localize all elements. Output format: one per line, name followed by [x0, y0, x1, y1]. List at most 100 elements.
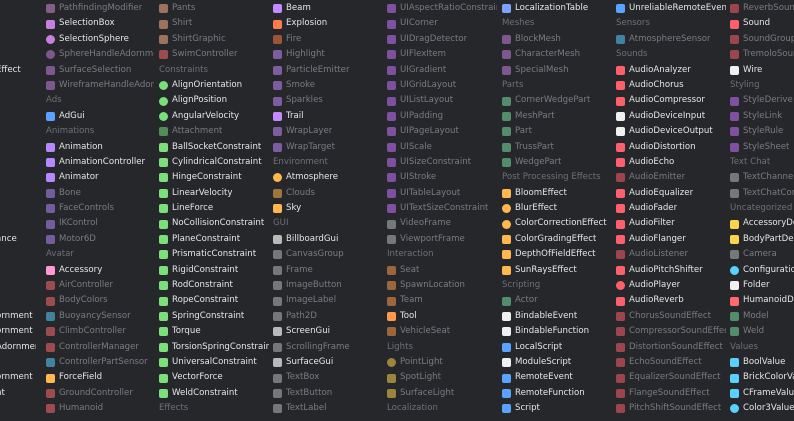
object-item[interactable]: EqualizerSoundEffect: [616, 370, 726, 385]
object-item[interactable]: Highlight: [273, 47, 383, 62]
object-item[interactable]: Team: [387, 293, 497, 308]
object-item[interactable]: AudioListener: [616, 247, 726, 262]
object-item[interactable]: SurfaceSelection: [46, 63, 154, 78]
object-item[interactable]: SpotLight: [387, 370, 497, 385]
object-item[interactable]: LineForce: [159, 201, 269, 216]
object-item[interactable]: AudioEmitter: [616, 170, 726, 185]
object-item[interactable]: Frame: [273, 263, 383, 278]
object-item[interactable]: AirController: [46, 278, 154, 293]
object-item[interactable]: ClimbController: [46, 324, 154, 339]
object-item[interactable]: WrapLayer: [273, 124, 383, 139]
object-item[interactable]: [0, 170, 36, 185]
object-item[interactable]: BloomEffect: [502, 186, 612, 201]
object-item[interactable]: FaceControls: [46, 201, 154, 216]
object-item[interactable]: AudioPitchShifter: [616, 263, 726, 278]
object-item[interactable]: AudioEqualizer: [616, 186, 726, 201]
object-item[interactable]: [0, 293, 36, 308]
object-item[interactable]: UIStroke: [387, 170, 497, 185]
object-item[interactable]: PlaneConstraint: [159, 232, 269, 247]
object-item[interactable]: [0, 16, 36, 31]
object-item[interactable]: TextChannel: [730, 170, 794, 185]
object-item[interactable]: FlangeSoundEffect: [616, 386, 726, 401]
object-item[interactable]: BlockMesh: [502, 32, 612, 47]
object-item[interactable]: Animation: [46, 140, 154, 155]
object-item[interactable]: BindableFunction: [502, 324, 612, 339]
object-item[interactable]: EchoSoundEffect: [616, 355, 726, 370]
object-item[interactable]: Trail: [273, 109, 383, 124]
object-item[interactable]: ScrollingFrame: [273, 340, 383, 355]
object-item[interactable]: ViewportFrame: [387, 232, 497, 247]
object-item[interactable]: SurfaceGui: [273, 355, 383, 370]
object-item[interactable]: PrismaticConstraint: [159, 247, 269, 262]
object-item[interactable]: [0, 78, 36, 93]
object-item[interactable]: SpringConstraint: [159, 309, 269, 324]
object-item[interactable]: Adornment: [0, 340, 36, 355]
object-item[interactable]: [0, 140, 36, 155]
object-item[interactable]: BodyPartDescription: [730, 232, 794, 247]
object-item[interactable]: ance: [0, 232, 36, 247]
object-item[interactable]: ChorusSoundEffect: [616, 309, 726, 324]
object-item[interactable]: Atmosphere: [273, 170, 383, 185]
object-item[interactable]: Tool: [387, 309, 497, 324]
object-item[interactable]: ShirtGraphic: [159, 32, 269, 47]
object-item[interactable]: Actor: [502, 293, 612, 308]
object-item[interactable]: GroundController: [46, 386, 154, 401]
object-item[interactable]: [0, 109, 36, 124]
object-item[interactable]: ornment: [0, 324, 36, 339]
object-item[interactable]: WedgePart: [502, 155, 612, 170]
object-item[interactable]: AudioFader: [616, 201, 726, 216]
object-item[interactable]: Shirt: [159, 16, 269, 31]
object-item[interactable]: SpecialMesh: [502, 63, 612, 78]
object-item[interactable]: TextBox: [273, 370, 383, 385]
object-item[interactable]: UniversalConstraint: [159, 355, 269, 370]
object-item[interactable]: StyleSheet: [730, 140, 794, 155]
object-item[interactable]: [0, 32, 36, 47]
object-item[interactable]: AudioFilter: [616, 216, 726, 231]
object-item[interactable]: BlurEffect: [502, 201, 612, 216]
object-item[interactable]: [0, 155, 36, 170]
object-item[interactable]: UITableLayout: [387, 186, 497, 201]
object-item[interactable]: DepthOfFieldEffect: [502, 247, 612, 262]
object-item[interactable]: [0, 201, 36, 216]
object-item[interactable]: AudioPlayer: [616, 278, 726, 293]
object-item[interactable]: ScreenGui: [273, 324, 383, 339]
object-item[interactable]: [0, 186, 36, 201]
object-item[interactable]: RigidConstraint: [159, 263, 269, 278]
object-item[interactable]: StyleDerive: [730, 93, 794, 108]
object-item[interactable]: WireframeHandleAdornment: [46, 78, 154, 93]
object-item[interactable]: UIDragDetector: [387, 32, 497, 47]
object-item[interactable]: StyleLink: [730, 109, 794, 124]
object-item[interactable]: ornment: [0, 309, 36, 324]
object-item[interactable]: Sky: [273, 201, 383, 216]
object-item[interactable]: UIPageLayout: [387, 124, 497, 139]
object-item[interactable]: [0, 47, 36, 62]
object-item[interactable]: AlignOrientation: [159, 78, 269, 93]
object-item[interactable]: ReverbSoundEffect: [730, 1, 794, 16]
object-item[interactable]: UIPadding: [387, 109, 497, 124]
object-item[interactable]: Configuration: [730, 263, 794, 278]
object-item[interactable]: BuoyancySensor: [46, 309, 154, 324]
object-item[interactable]: [0, 278, 36, 293]
object-item[interactable]: UIAspectRatioConstraint: [387, 1, 497, 16]
object-item[interactable]: ColorGradingEffect: [502, 232, 612, 247]
object-item[interactable]: Seat: [387, 263, 497, 278]
object-item[interactable]: HingeConstraint: [159, 170, 269, 185]
object-item[interactable]: Torque: [159, 324, 269, 339]
object-item[interactable]: VectorForce: [159, 370, 269, 385]
object-item[interactable]: PathfindingModifier: [46, 1, 154, 16]
object-item[interactable]: CharacterMesh: [502, 47, 612, 62]
object-item[interactable]: CFrameValue: [730, 386, 794, 401]
object-item[interactable]: Script: [502, 401, 612, 416]
object-item[interactable]: SunRaysEffect: [502, 263, 612, 278]
object-item[interactable]: AudioAnalyzer: [616, 63, 726, 78]
object-item[interactable]: SoundGroup: [730, 32, 794, 47]
object-item[interactable]: UICorner: [387, 16, 497, 31]
object-item[interactable]: Animator: [46, 170, 154, 185]
object-item[interactable]: ImageLabel: [273, 293, 383, 308]
object-item[interactable]: SelectionSphere: [46, 32, 154, 47]
object-item[interactable]: Sparkles: [273, 93, 383, 108]
object-item[interactable]: Model: [730, 309, 794, 324]
object-item[interactable]: ParticleEmitter: [273, 63, 383, 78]
object-item[interactable]: BallSocketConstraint: [159, 140, 269, 155]
object-item[interactable]: AudioDeviceOutput: [616, 124, 726, 139]
